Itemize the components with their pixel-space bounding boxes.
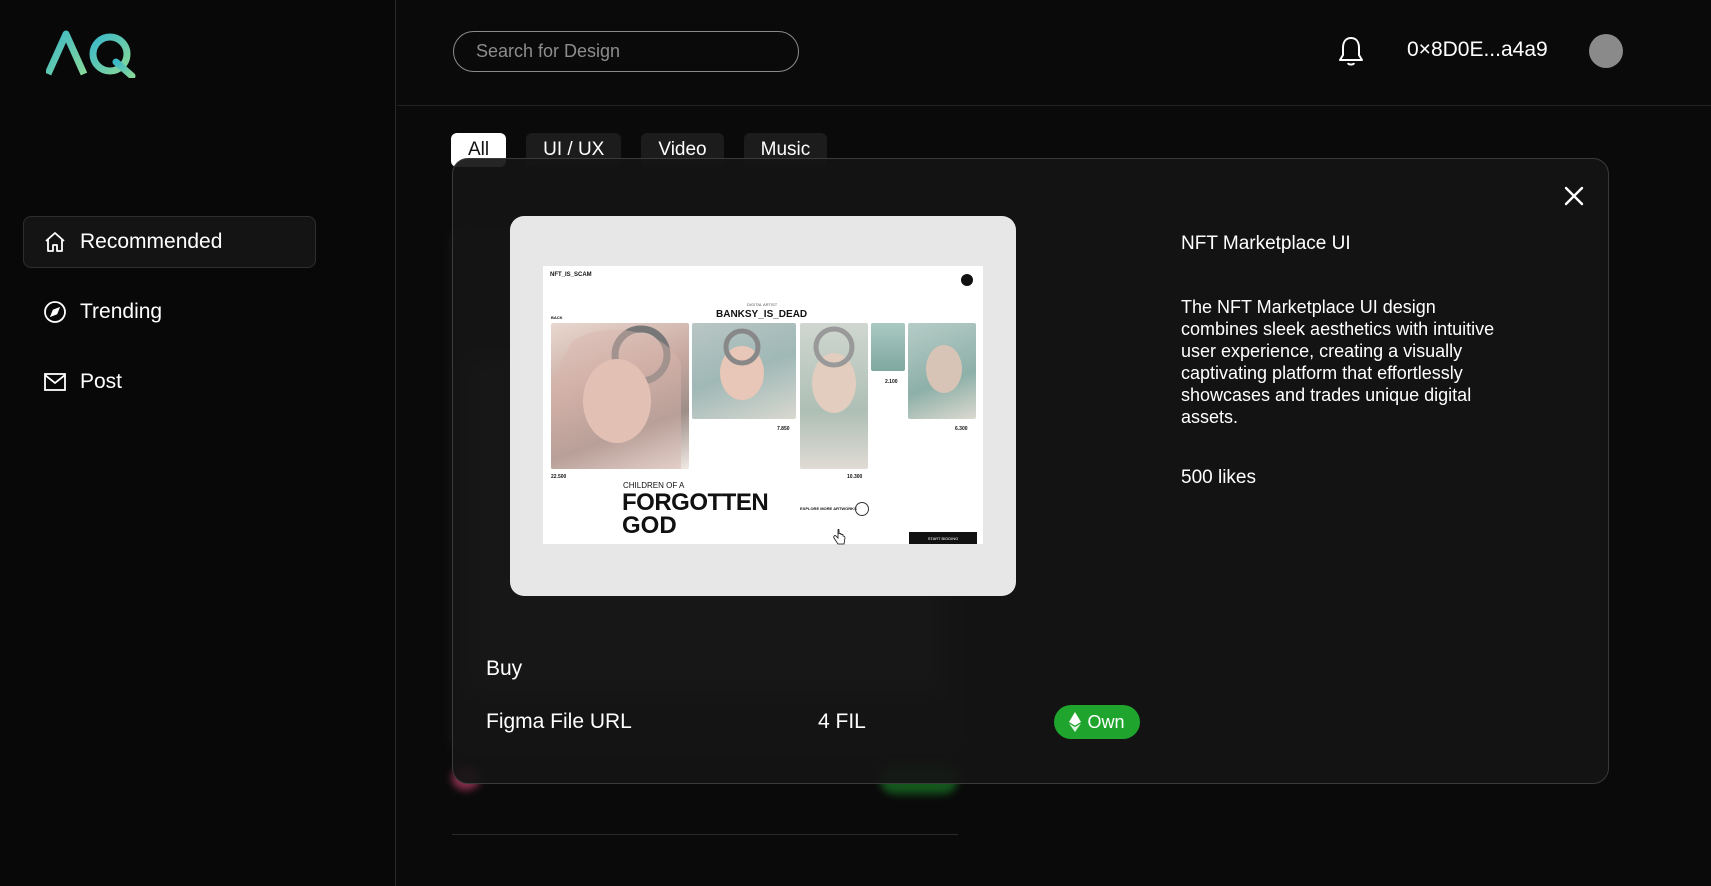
artwork-image-4 [871, 323, 905, 371]
mockup-cta: START BIDDING [909, 532, 977, 544]
price-value: 4 FIL [818, 710, 866, 733]
hand-cursor-icon [833, 528, 846, 545]
compass-icon [42, 299, 68, 325]
design-description: The NFT Marketplace UI design combines s… [1181, 297, 1495, 427]
avatar[interactable] [1589, 34, 1623, 68]
sidebar: Recommended Trending Post [0, 0, 396, 886]
mockup-price-4: 10.300 [847, 474, 863, 480]
mockup-price-5: 6.300 [955, 426, 968, 432]
likes-count: 500 likes [1181, 467, 1256, 488]
mockup-artist: BANKSY_IS_DEAD [716, 309, 808, 320]
sidebar-item-post[interactable]: Post [23, 356, 316, 408]
mockup-back: BACK [551, 315, 563, 320]
artwork-image-2 [692, 323, 796, 419]
sidebar-item-label: Recommended [80, 230, 223, 253]
mockup-price-2: 7.850 [777, 426, 790, 432]
nft-mockup: NFT_IS_SCAM DIGITAL ARTIST BANKSY_IS_DEA… [543, 266, 983, 545]
mockup-artist-tag: DIGITAL ARTIST [747, 302, 778, 307]
mail-icon [42, 369, 68, 395]
sidebar-item-label: Trending [80, 300, 163, 323]
design-preview-image: NFT_IS_SCAM DIGITAL ARTIST BANKSY_IS_DEA… [510, 216, 1016, 596]
app-logo[interactable] [46, 30, 138, 78]
sidebar-nav: Recommended Trending Post [23, 216, 316, 426]
close-icon[interactable] [1559, 181, 1589, 211]
wallet-address[interactable]: 0×8D0E...a4a9 [1407, 38, 1548, 62]
mockup-headline-big-2: GOD [622, 512, 677, 539]
artwork-image-5 [908, 323, 976, 419]
artwork-image-1 [551, 323, 689, 469]
mockup-avatar [961, 274, 973, 286]
sidebar-item-label: Post [80, 370, 123, 393]
sidebar-item-recommended[interactable]: Recommended [23, 216, 316, 268]
own-button-label: Own [1087, 711, 1125, 732]
mockup-price-3: 2.100 [885, 379, 898, 385]
home-icon [42, 229, 68, 255]
mockup-brand: NFT_IS_SCAM [550, 272, 592, 278]
buy-button[interactable]: Buy [486, 657, 522, 681]
mockup-price-1: 22.500 [551, 474, 567, 480]
design-title: NFT Marketplace UI [1181, 233, 1351, 254]
arrow-down-icon [855, 502, 869, 516]
ethereum-icon [1069, 712, 1082, 732]
divider [452, 834, 958, 835]
own-button[interactable]: Own [1054, 705, 1140, 739]
search-input[interactable] [453, 31, 799, 72]
mockup-explore: EXPLORE MORE ARTWORKS [800, 506, 857, 511]
artwork-image-3 [800, 323, 868, 469]
design-detail-modal: NFT_IS_SCAM DIGITAL ARTIST BANKSY_IS_DEA… [452, 158, 1609, 784]
top-header: 0×8D0E...a4a9 [397, 0, 1711, 106]
sidebar-item-trending[interactable]: Trending [23, 286, 316, 338]
bell-icon[interactable] [1336, 35, 1366, 67]
figma-file-link[interactable]: Figma File URL [486, 710, 632, 734]
